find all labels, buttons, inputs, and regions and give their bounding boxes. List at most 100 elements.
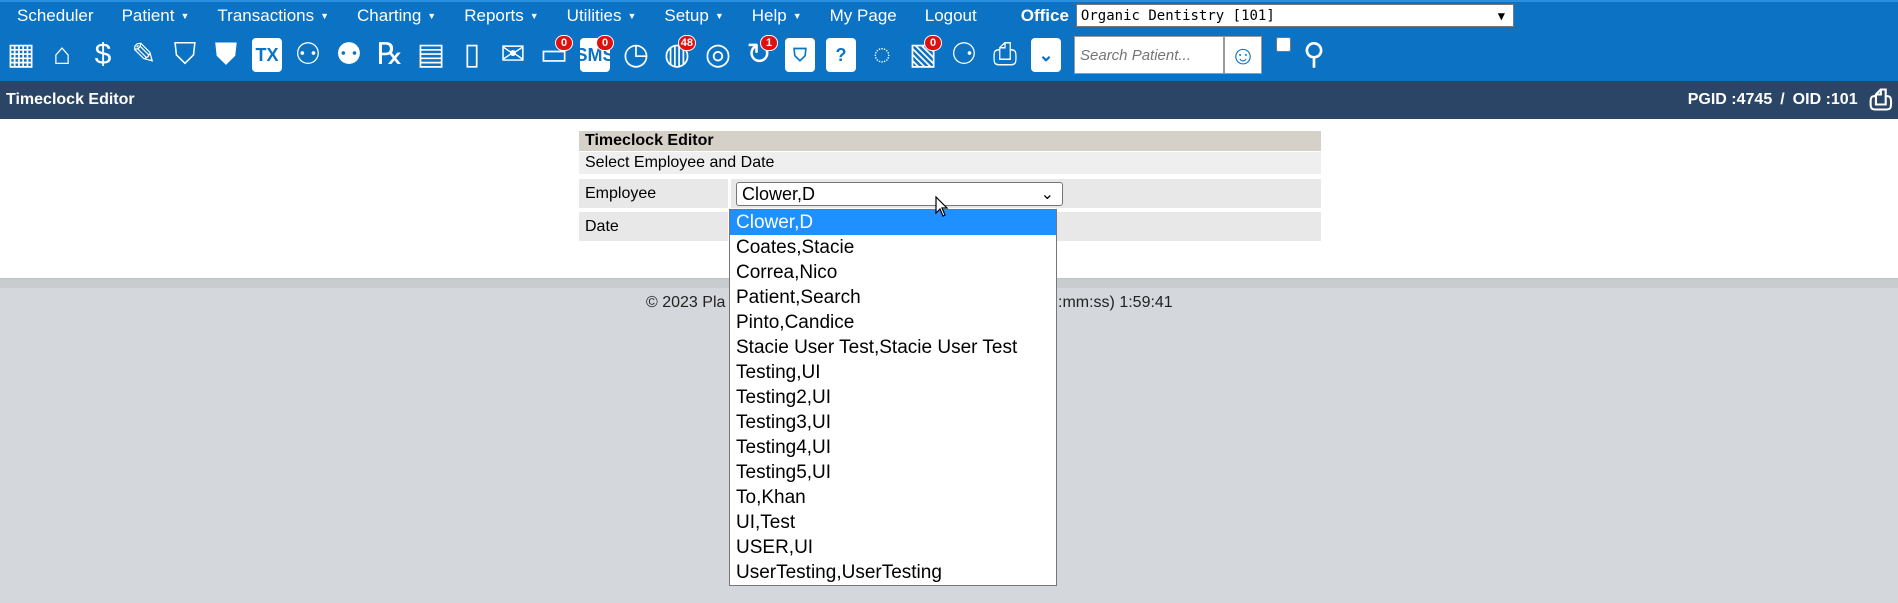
dropdown-option[interactable]: Coates,Stacie [730, 235, 1056, 260]
dropdown-option[interactable]: UI,Test [730, 510, 1056, 535]
mouse-cursor-icon [935, 196, 949, 217]
tooth-box-icon[interactable]: ⛉ [781, 33, 819, 77]
employee-row: Employee Clower,D ⌄ [579, 179, 1321, 208]
edit-note-icon[interactable]: ✎ [125, 33, 163, 77]
icon-glyph: ⎙ [993, 38, 1017, 71]
menu-label: Help [751, 5, 787, 25]
icon-glyph: ℞ [376, 38, 404, 71]
dropdown-option[interactable]: Stacie User Test,Stacie User Test [730, 335, 1056, 360]
mail-icon[interactable]: ✉ [494, 33, 532, 77]
notification-badge: 0 [596, 35, 614, 51]
menu-label: Logout [924, 5, 977, 25]
menu-label: My Page [829, 5, 897, 25]
dollar-icon[interactable]: $ [84, 33, 122, 77]
family-icon[interactable]: ⚆ [945, 33, 983, 77]
menu-setup[interactable]: Setup ▼ [650, 6, 737, 26]
menu-patient[interactable]: Patient ▼ [108, 6, 204, 26]
icon-glyph: ⌄ [1031, 38, 1061, 72]
dropdown-option[interactable]: Testing3,UI [730, 410, 1056, 435]
employee-field: Clower,D ⌄ [728, 179, 1321, 208]
menu-label: Utilities [566, 5, 622, 25]
search-patient-input[interactable] [1074, 36, 1224, 74]
globe-user-icon[interactable]: ◎ [699, 33, 737, 77]
icon-glyph: ▯ [463, 38, 481, 71]
date-label: Date [585, 217, 619, 235]
icon-glyph: ◷ [622, 38, 650, 71]
chevrons-down-icon[interactable]: ⌄ [1027, 33, 1065, 77]
menu-my-page[interactable]: My Page [816, 6, 911, 26]
caret-down-icon: ▼ [180, 10, 190, 21]
menu-label: Patient [121, 5, 175, 25]
icon-glyph: ⚉ [335, 38, 363, 71]
dropdown-option[interactable]: USER,UI [730, 535, 1056, 560]
dropdown-option[interactable]: Patient,Search [730, 285, 1056, 310]
dropdown-option[interactable]: UserTesting,UserTesting [730, 560, 1056, 585]
page-header: Timeclock Editor PGID :4745 / OID :101 ⎙ [0, 81, 1898, 119]
employee-dropdown-list[interactable]: Clower,D Coates,Stacie Correa,Nico Patient,… [729, 209, 1057, 586]
clock-icon[interactable]: ◷ [617, 33, 655, 77]
icon-glyph: ⚇ [294, 38, 322, 71]
toolbar-checkbox[interactable] [1276, 37, 1291, 52]
menu-utilities[interactable]: Utilities ▼ [553, 6, 651, 26]
menu-logout[interactable]: Logout [911, 6, 991, 26]
add-users-icon[interactable]: ⚉ [330, 33, 368, 77]
menu-help[interactable]: Help ▼ [738, 6, 816, 26]
employee-select[interactable]: Clower,D ⌄ [736, 182, 1063, 206]
dropdown-option[interactable]: Testing4,UI [730, 435, 1056, 460]
menu-label: Reports [464, 5, 524, 25]
search-group-icon[interactable]: ⚲ [1295, 33, 1333, 77]
add-user-icon[interactable]: ⚇ [289, 33, 327, 77]
search-user-icon[interactable]: ☺ [1224, 36, 1262, 74]
employee-label: Employee [585, 184, 657, 202]
document-icon[interactable]: ▯ [453, 33, 491, 77]
message-icon[interactable]: ▤ [412, 33, 450, 77]
icon-glyph: ▤ [416, 38, 446, 71]
caret-down-icon: ▼ [427, 10, 437, 21]
calendar-icon[interactable]: ▦ [2, 33, 40, 77]
oid-label: OID :101 [1792, 91, 1858, 108]
top-menu-bar: Scheduler Patient ▼ Transactions ▼ Charting ▼ R… [0, 0, 1898, 29]
user-refresh-icon[interactable]: ↻ 1 [740, 33, 778, 77]
dropdown-option[interactable]: Testing,UI [730, 360, 1056, 385]
tooth-roots-icon[interactable]: ⛊ [207, 33, 245, 77]
caret-down-icon: ▼ [627, 10, 637, 21]
office-label: Office [1020, 5, 1069, 25]
menu-transactions[interactable]: Transactions ▼ [203, 6, 343, 26]
dropdown-option[interactable]: Testing5,UI [730, 460, 1056, 485]
tx-icon[interactable]: TX [248, 33, 286, 77]
footer-time: :mm:ss) 1:59:41 [1058, 294, 1173, 311]
icon-glyph: ✎ [131, 38, 157, 71]
panel-title: Timeclock Editor [579, 131, 1321, 151]
sms-icon[interactable]: SMS 0 [576, 33, 615, 77]
globe-pointer-icon[interactable]: ◌ [863, 33, 901, 77]
help-tooth-icon[interactable]: ? [822, 33, 860, 77]
menu-label: Scheduler [17, 5, 94, 25]
header-ids: PGID :4745 / OID :101 ⎙ [1688, 84, 1898, 117]
dropdown-option[interactable]: Pinto,Candice [730, 310, 1056, 335]
print-icon[interactable]: ⎙ [1870, 84, 1892, 117]
dropdown-option[interactable]: Clower,D [730, 210, 1056, 235]
chat-icon[interactable]: ▭ 0 [535, 33, 573, 77]
printer-icon[interactable]: ⎙ [986, 33, 1024, 77]
notification-badge: 0 [555, 35, 573, 51]
dropdown-option[interactable]: Testing2,UI [730, 385, 1056, 410]
employee-selected-value: Clower,D [742, 183, 816, 204]
office-value: Organic Dentistry [101] [1080, 7, 1275, 24]
icon-glyph: ⛉ [173, 38, 197, 71]
caret-down-icon: ▼ [320, 10, 330, 21]
dropdown-option[interactable]: To,Khan [730, 485, 1056, 510]
tooth-icon[interactable]: ⛉ [166, 33, 204, 77]
office-select[interactable]: Organic Dentistry [101] ▼ [1075, 4, 1514, 27]
menu-charting[interactable]: Charting ▼ [343, 6, 450, 26]
home-icon[interactable]: ⌂ [43, 33, 81, 77]
globe-users-icon[interactable]: ◍ 48 [658, 33, 696, 77]
rx-icon[interactable]: ℞ [371, 33, 409, 77]
document-check-icon[interactable]: ▧ 0 [904, 33, 942, 77]
menu-reports[interactable]: Reports ▼ [450, 6, 552, 26]
dropdown-option[interactable]: Correa,Nico [730, 260, 1056, 285]
dropdown-arrow-icon: ▼ [1497, 9, 1505, 23]
icon-glyph: ⛊ [214, 38, 238, 71]
menu-label: Charting [357, 5, 422, 25]
menu-scheduler[interactable]: Scheduler [0, 6, 108, 26]
menu-label: Transactions [217, 5, 315, 25]
